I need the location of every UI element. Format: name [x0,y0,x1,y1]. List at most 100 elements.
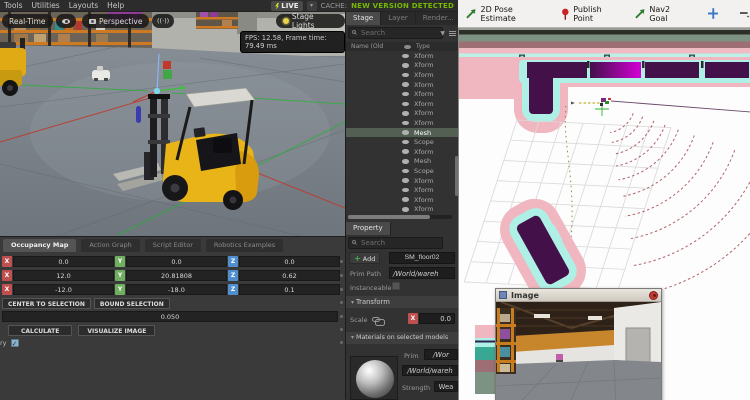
tab-script-editor[interactable]: Script Editor [144,239,201,252]
tree-row[interactable]: Xform [346,195,459,205]
tab-render[interactable]: Render... [415,12,462,25]
tree-row[interactable]: Mesh [346,157,459,167]
origin-z-field[interactable] [239,256,340,267]
eye-icon[interactable] [402,91,409,97]
scale-x-field[interactable]: 0.0 [419,313,455,324]
tab-action-graph[interactable]: Action Graph [81,239,140,252]
perspective-dropdown[interactable]: Perspective [82,14,150,28]
upper-z-field[interactable] [239,270,340,281]
property-search-input[interactable] [348,237,443,249]
eye-icon[interactable] [402,63,409,68]
rviz-map-view[interactable]: Image [458,28,750,400]
pan-tool-icon[interactable] [707,8,719,19]
center-to-selection-button[interactable]: CENTER TO SELECTION [2,298,91,309]
lower-y-field[interactable] [126,284,227,295]
prim-name-field[interactable] [389,252,455,264]
eye-icon[interactable] [402,139,409,145]
lower-z-field[interactable] [239,284,340,295]
image-window-titlebar[interactable]: Image [496,289,661,302]
instanceable-checkbox[interactable] [392,282,400,290]
tree-row[interactable]: Xform [346,99,459,109]
materials-section-header[interactable]: ▾ Materials on selected models [346,332,459,344]
tree-row[interactable]: Xform [346,61,459,71]
photo-shelf [496,308,516,374]
bound-selection-button[interactable]: BOUND SELECTION [93,298,170,309]
eye-icon[interactable] [402,187,409,193]
funnel-icon[interactable]: ▼ [440,30,445,37]
live-button[interactable]: LIVE [271,1,303,11]
lower-x-field[interactable] [13,284,114,295]
strength-field[interactable]: Wea [434,381,458,392]
eye-icon[interactable] [402,207,409,212]
visualize-image-button[interactable]: VISUALIZE IMAGE [78,325,156,336]
prim-field[interactable]: /Wor [424,349,458,360]
close-icon[interactable] [649,290,658,300]
origin-x-field[interactable] [13,256,114,267]
eye-icon[interactable] [402,111,409,116]
hamburger-icon[interactable] [449,31,456,36]
menu-help[interactable]: Help [107,1,124,10]
tree-row-selected[interactable]: Mesh [346,127,459,138]
publish-point-tool[interactable]: Publish Point [561,5,622,23]
tree-row[interactable]: Scope [346,166,459,176]
prim-path-field[interactable]: /World/wareh [389,267,455,279]
eye-icon[interactable] [402,159,409,164]
eye-icon[interactable] [402,120,409,126]
menu-tools[interactable]: Tools [4,1,22,10]
link-icon[interactable] [372,317,385,326]
tree-row[interactable]: Xform [346,51,459,61]
tab-stage[interactable]: Stage [346,12,382,25]
eye-icon[interactable] [402,178,409,183]
row-dot [340,315,343,318]
eye-icon [404,44,411,49]
tree-row[interactable]: Xform [346,176,459,186]
tree-row[interactable]: Xform [346,70,459,80]
viewport-3d[interactable]: Real-Time Perspective ((·)) Stage Lights… [0,12,345,236]
tree-row[interactable]: Xform [346,89,459,99]
menu-utilities[interactable]: Utilities [31,1,59,10]
rviz-window: 2D Pose Estimate Publish Point Nav2 Goal [458,0,750,400]
eye-icon[interactable] [402,82,409,87]
nav2-goal-tool[interactable]: Nav2 Goal [635,5,689,23]
eye-icon[interactable] [402,168,409,174]
material-path-field[interactable]: /World/wareh [402,365,458,376]
horizontal-scrollbar[interactable] [348,215,452,219]
live-dropdown[interactable]: ▾ [306,1,317,11]
sun-icon [283,18,289,24]
tree-row[interactable]: Xform [346,118,459,128]
map-wall-bands [459,28,750,62]
tab-robotics-examples[interactable]: Robotics Examples [205,239,284,252]
eye-icon[interactable] [402,53,409,59]
upper-x-field[interactable] [13,270,114,281]
eye-icon[interactable] [402,101,409,107]
stage-search-input[interactable] [348,27,443,39]
cell-size-field[interactable] [2,311,338,322]
geometry-checkbox[interactable]: ✓ [10,339,19,348]
tree-row[interactable]: Xform [346,205,459,215]
signal-button[interactable]: ((·)) [152,14,175,28]
add-button[interactable]: + Add [349,252,381,264]
image-icon [499,291,507,299]
eye-icon[interactable] [402,197,409,202]
calculate-button[interactable]: CALCULATE [8,325,73,336]
zoom-out-icon[interactable] [739,9,750,18]
tab-occupancy-map[interactable]: Occupancy Map [3,239,77,252]
stage-lights-button[interactable]: Stage Lights [276,12,345,30]
tree-row[interactable]: Xform [346,185,459,195]
transform-section-header[interactable]: ▾ Transform [346,296,459,308]
menu-layouts[interactable]: Layouts [69,1,98,10]
eye-icon[interactable] [402,72,409,78]
upper-y-field[interactable] [126,270,227,281]
realtime-button[interactable]: Real-Time [2,14,53,28]
eye-icon[interactable] [402,149,409,154]
tree-row[interactable]: Xform [346,109,459,119]
pose-estimate-tool[interactable]: 2D Pose Estimate [466,5,548,23]
tab-property[interactable]: Property [346,222,391,235]
tree-row[interactable]: Scope [346,137,459,147]
eye-icon[interactable] [402,130,409,135]
visibility-button[interactable] [56,14,76,28]
tab-layer[interactable]: Layer [381,12,416,25]
tree-row[interactable]: Xform [346,147,459,157]
origin-y-field[interactable] [126,256,227,267]
tree-row[interactable]: Xform [346,80,459,90]
